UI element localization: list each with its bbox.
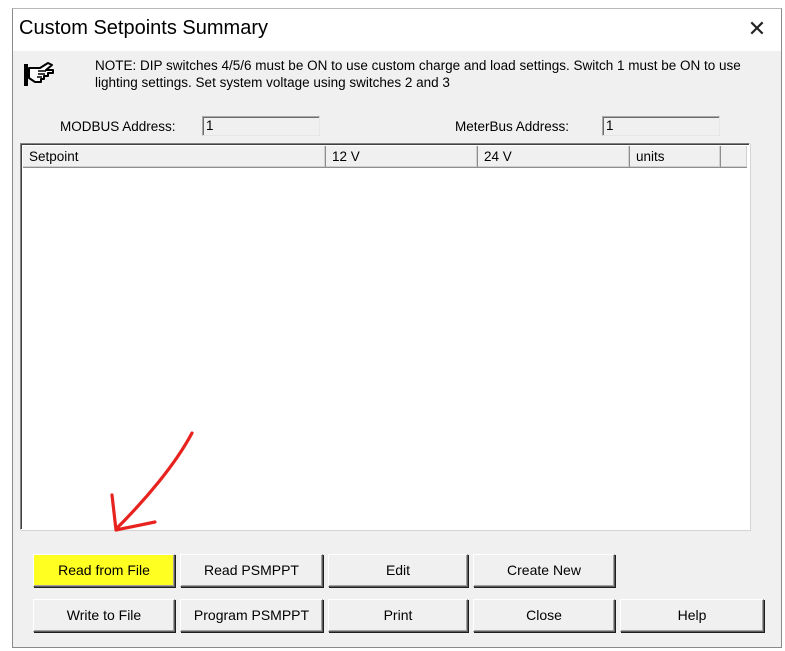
column-header-filler (721, 146, 747, 168)
pointing-hand-icon (24, 62, 54, 86)
setpoints-table[interactable]: Setpoint 12 V 24 V units (20, 143, 750, 530)
read-psmppt-button[interactable]: Read PSMPPT (180, 554, 323, 587)
help-button[interactable]: Help (620, 599, 764, 632)
window-title: Custom Setpoints Summary (19, 17, 268, 39)
note-text: NOTE: DIP switches 4/5/6 must be ON to u… (95, 58, 741, 90)
column-header-setpoint[interactable]: Setpoint (23, 146, 326, 168)
close-icon[interactable]: ✕ (741, 13, 773, 45)
write-to-file-button[interactable]: Write to File (33, 599, 175, 632)
title-bar: Custom Setpoints Summary ✕ (13, 9, 781, 51)
read-from-file-button[interactable]: Read from File (33, 554, 175, 587)
close-button[interactable]: Close (473, 599, 615, 632)
table-header: Setpoint 12 V 24 V units (23, 146, 747, 168)
print-button[interactable]: Print (328, 599, 468, 632)
column-header-24v[interactable]: 24 V (478, 146, 630, 168)
meterbus-address-field[interactable]: 1 (602, 116, 720, 136)
create-new-button[interactable]: Create New (473, 554, 615, 587)
program-psmppt-button[interactable]: Program PSMPPT (180, 599, 323, 632)
column-header-12v[interactable]: 12 V (326, 146, 478, 168)
meterbus-address-label: MeterBus Address: (455, 119, 570, 134)
modbus-address-field[interactable]: 1 (202, 116, 320, 136)
column-header-units[interactable]: units (630, 146, 721, 168)
modbus-address-label: MODBUS Address: (60, 119, 176, 134)
edit-button[interactable]: Edit (328, 554, 468, 587)
